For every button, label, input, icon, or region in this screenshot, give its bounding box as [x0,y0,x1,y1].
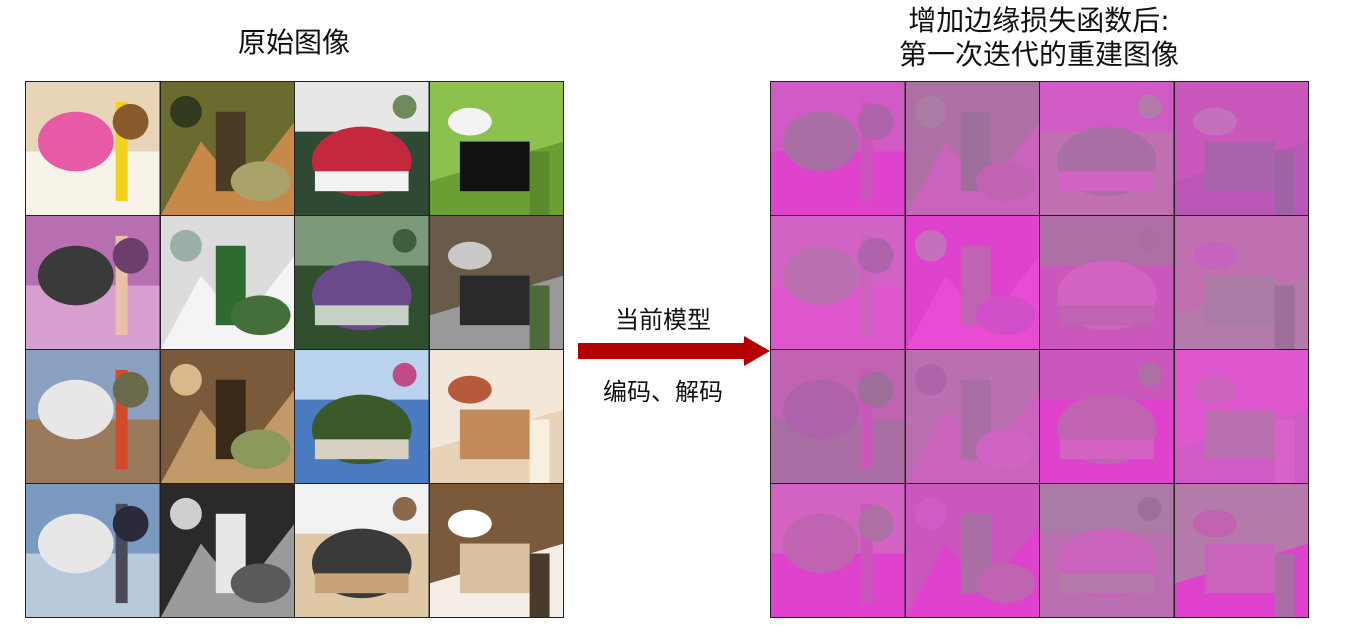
reconstructed-title-line1: 增加边缘损失函数后: [908,4,1170,37]
reconstructed-image-tile [1040,216,1174,349]
original-image-tile-flowers [295,82,429,215]
original-image-grid [25,81,564,618]
reconstructed-image-tile [1174,350,1308,483]
reconstructed-image-tile [905,350,1039,483]
original-image-tile-umbrella-woman [26,216,160,349]
reconstructed-image-tile [771,216,905,349]
reconstructed-image-tile [771,82,905,215]
original-image-tile-bed-basket [429,484,563,617]
original-image-tile-stove [295,484,429,617]
reconstructed-image-tile [1174,216,1308,349]
original-image-tile-giraffes [160,350,294,483]
original-image-tile-candle-clock [429,350,563,483]
original-image-tile-airplane [26,484,160,617]
original-image-tile-trees-sky [160,216,294,349]
reconstructed-image-tile [771,484,905,617]
reconstructed-image-tile [905,82,1039,215]
reconstructed-image-grid [770,81,1309,618]
original-images-title: 原始图像 [237,26,350,59]
original-image-tile-train [26,350,160,483]
reconstructed-image-tile [1040,82,1174,215]
original-image-tile-dessert [26,82,160,215]
reconstructed-image-tile [771,350,905,483]
reconstructed-title-line2: 第一次迭代的重建图像 [898,38,1179,71]
original-image-tile-street-pole [429,216,563,349]
reconstructed-image-tile [1040,484,1174,617]
original-image-tile-bw-man [160,484,294,617]
original-image-tile-garden-elephant [295,216,429,349]
original-image-tile-zebra [429,82,563,215]
original-image-tile-giraffe [160,82,294,215]
encode-decode-label: 编码、解码 [603,378,723,406]
reconstructed-image-tile [1040,350,1174,483]
reconstructed-image-tile [905,484,1039,617]
reconstructed-image-tile [1174,484,1308,617]
arrow-right-icon [578,336,770,366]
reconstructed-images-title: 增加边缘损失函数后: 第一次迭代的重建图像 [770,4,1308,72]
reconstructed-image-tile [1174,82,1308,215]
model-label: 当前模型 [615,306,711,334]
reconstructed-image-tile [905,216,1039,349]
original-image-tile-skateboarder [295,350,429,483]
